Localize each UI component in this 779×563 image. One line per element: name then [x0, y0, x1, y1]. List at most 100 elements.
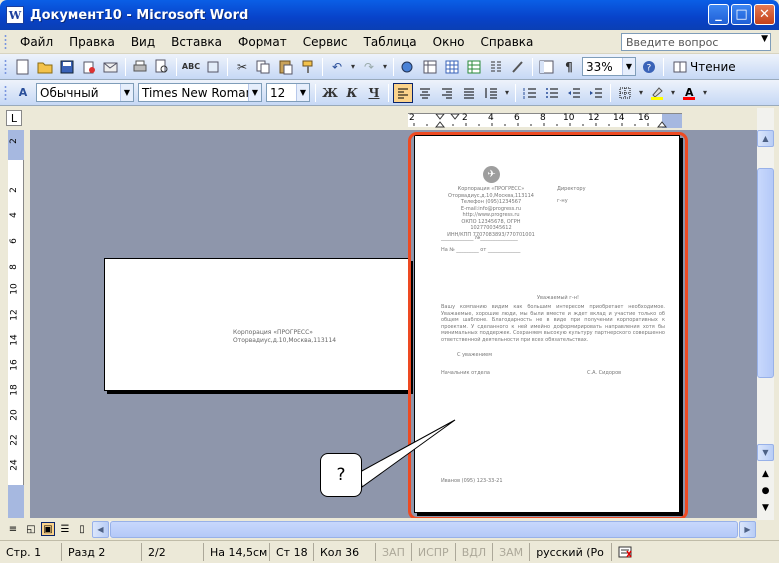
- scroll-up-icon[interactable]: ▲: [757, 130, 774, 147]
- status-language[interactable]: русский (Ро: [530, 543, 613, 561]
- menu-table[interactable]: Таблица: [356, 35, 425, 49]
- align-center-icon[interactable]: [415, 83, 435, 103]
- menu-view[interactable]: Вид: [123, 35, 163, 49]
- outline-view-icon[interactable]: ☰: [58, 522, 72, 536]
- borders-dropdown-icon[interactable]: ▾: [637, 83, 645, 103]
- styles-pane-icon[interactable]: A: [13, 83, 33, 103]
- increase-indent-icon[interactable]: [586, 83, 606, 103]
- minimize-button[interactable]: _: [708, 4, 729, 25]
- columns-icon[interactable]: [486, 57, 506, 77]
- insert-excel-icon[interactable]: [464, 57, 484, 77]
- status-track-changes[interactable]: ИСПР: [412, 543, 456, 561]
- scroll-down-icon[interactable]: ▼: [757, 444, 774, 461]
- decrease-indent-icon[interactable]: [564, 83, 584, 103]
- menu-insert[interactable]: Вставка: [163, 35, 230, 49]
- maximize-button[interactable]: □: [731, 4, 752, 25]
- menu-window[interactable]: Окно: [425, 35, 473, 49]
- print-preview-icon[interactable]: [152, 57, 172, 77]
- menu-format[interactable]: Формат: [230, 35, 295, 49]
- align-right-icon[interactable]: [437, 83, 457, 103]
- scroll-left-icon[interactable]: ◀: [92, 521, 109, 538]
- document-map-icon[interactable]: [537, 57, 557, 77]
- web-layout-icon[interactable]: ◱: [24, 522, 38, 536]
- tables-borders-icon[interactable]: [420, 57, 440, 77]
- print-icon[interactable]: [130, 57, 150, 77]
- menu-help[interactable]: Справка: [473, 35, 542, 49]
- spelling-status-icon[interactable]: [612, 543, 640, 561]
- menu-file[interactable]: Файл: [12, 35, 61, 49]
- bullets-icon[interactable]: [542, 83, 562, 103]
- vertical-scrollbar[interactable]: ▲ ▼ ▲ ● ▼: [757, 108, 774, 520]
- numbering-icon[interactable]: [520, 83, 540, 103]
- spelling-icon[interactable]: ABC: [181, 57, 201, 77]
- status-overtype[interactable]: ЗАМ: [493, 543, 531, 561]
- line-spacing-dropdown-icon[interactable]: ▾: [503, 83, 511, 103]
- horizontal-scrollbar[interactable]: ◀ ▶: [92, 521, 756, 538]
- help-search-input[interactable]: Введите вопрос ▼: [621, 33, 771, 51]
- highlight-dropdown-icon[interactable]: ▾: [669, 83, 677, 103]
- save-icon[interactable]: [57, 57, 77, 77]
- reading-layout-icon[interactable]: ▯: [75, 522, 89, 536]
- permission-icon[interactable]: [79, 57, 99, 77]
- toolbar-grip[interactable]: [4, 58, 7, 75]
- status-extend[interactable]: ВДЛ: [456, 543, 494, 561]
- chevron-down-icon[interactable]: ▼: [248, 84, 261, 101]
- highlight-icon[interactable]: [647, 83, 667, 103]
- scroll-right-icon[interactable]: ▶: [739, 521, 756, 538]
- justify-icon[interactable]: [459, 83, 479, 103]
- open-folder-icon[interactable]: [35, 57, 55, 77]
- copy-icon[interactable]: [254, 57, 274, 77]
- menu-grip[interactable]: [4, 33, 7, 50]
- zoom-select[interactable]: 33% ▼: [582, 57, 636, 76]
- undo-icon[interactable]: ↶: [327, 57, 347, 77]
- print-layout-icon[interactable]: ▣: [41, 522, 55, 536]
- help-icon[interactable]: ?: [639, 57, 659, 77]
- chevron-down-icon[interactable]: ▼: [622, 58, 635, 75]
- select-browse-object-icon[interactable]: ●: [757, 482, 774, 499]
- show-formatting-icon[interactable]: ¶: [559, 57, 579, 77]
- line-spacing-icon[interactable]: [481, 83, 501, 103]
- cut-icon[interactable]: ✂: [232, 57, 252, 77]
- email-icon[interactable]: [101, 57, 121, 77]
- menu-tools[interactable]: Сервис: [295, 35, 356, 49]
- document-area[interactable]: Корпорация «ПРОГРЕСС» Оторвадиус,д.10,Мо…: [30, 130, 757, 518]
- align-left-icon[interactable]: [393, 82, 413, 103]
- chevron-down-icon[interactable]: ▼: [120, 84, 133, 101]
- font-color-icon[interactable]: A: [679, 83, 699, 103]
- read-button[interactable]: Чтение: [669, 60, 740, 74]
- horizontal-scroll-thumb[interactable]: [110, 521, 738, 538]
- prev-page-icon[interactable]: ▲: [757, 465, 774, 482]
- underline-button[interactable]: Ч: [364, 83, 384, 103]
- close-button[interactable]: ✕: [754, 4, 775, 25]
- vertical-scroll-thumb[interactable]: [757, 168, 774, 378]
- borders-icon[interactable]: [615, 83, 635, 103]
- next-page-icon[interactable]: ▼: [757, 499, 774, 516]
- paste-icon[interactable]: [276, 57, 296, 77]
- redo-dropdown-icon[interactable]: ▾: [381, 57, 389, 77]
- menu-edit[interactable]: Правка: [61, 35, 123, 49]
- hyperlink-icon[interactable]: [398, 57, 418, 77]
- word-app-icon[interactable]: W: [6, 6, 24, 24]
- research-icon[interactable]: [203, 57, 223, 77]
- italic-button[interactable]: К: [342, 83, 362, 103]
- status-record-macro[interactable]: ЗАП: [376, 543, 412, 561]
- toolbar-grip[interactable]: [4, 84, 7, 101]
- redo-icon[interactable]: ↷: [359, 57, 379, 77]
- font-select[interactable]: Times New Roman ▼: [138, 83, 262, 102]
- insert-table-icon[interactable]: [442, 57, 462, 77]
- drawing-icon[interactable]: [508, 57, 528, 77]
- tab-selector-icon[interactable]: L: [6, 110, 22, 126]
- font-size-select[interactable]: 12 ▼: [266, 83, 310, 102]
- formatting-toolbar: A Обычный ▼ Times New Roman ▼ 12 ▼ Ж К Ч…: [0, 80, 779, 106]
- font-color-dropdown-icon[interactable]: ▾: [701, 83, 709, 103]
- vertical-ruler[interactable]: 2 2 4 6 8 10 12 14 16 18 20 22 24: [8, 130, 24, 518]
- format-painter-icon[interactable]: [298, 57, 318, 77]
- style-select[interactable]: Обычный ▼: [36, 83, 134, 102]
- normal-view-icon[interactable]: ≡: [6, 522, 20, 536]
- horizontal-ruler[interactable]: 2 2 4 6 8 10 12 14 16: [408, 113, 682, 128]
- chevron-down-icon[interactable]: ▼: [761, 34, 768, 44]
- bold-button[interactable]: Ж: [320, 83, 340, 103]
- new-document-icon[interactable]: [13, 57, 33, 77]
- undo-dropdown-icon[interactable]: ▾: [349, 57, 357, 77]
- chevron-down-icon[interactable]: ▼: [296, 84, 309, 101]
